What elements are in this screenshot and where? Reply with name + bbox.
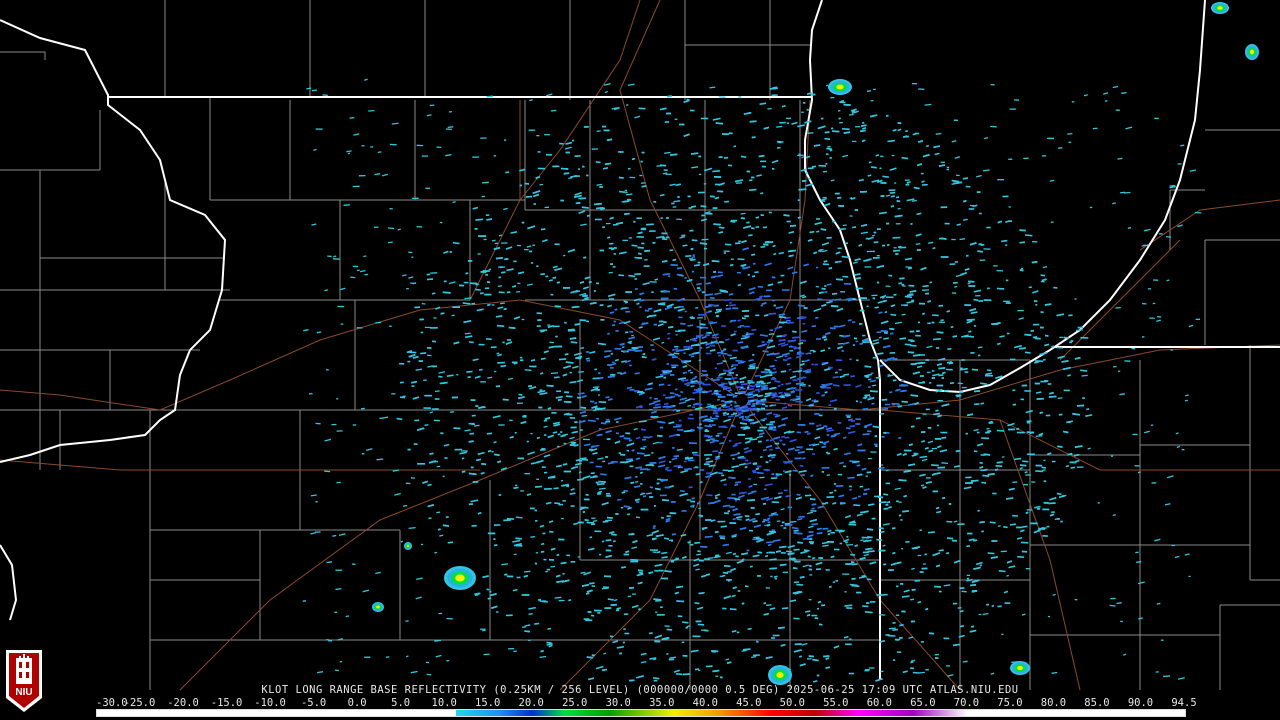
scale-label: 55.0 (823, 697, 849, 709)
storm-cell (376, 605, 380, 609)
scale-label: 20.0 (518, 697, 544, 709)
storm-cell (1217, 6, 1223, 10)
scale-label: 30.0 (605, 697, 631, 709)
scale-label: 25.0 (562, 697, 588, 709)
scale-label: 65.0 (910, 697, 936, 709)
scale-label: 60.0 (866, 697, 893, 709)
scale-labels: -30.0 -25.0 -20.0 -15.0 -10.0 -5.0 0.0 5.0 10.0 1… (96, 697, 1197, 709)
reflectivity-colorbar (96, 709, 1186, 717)
scale-label: -20.0 (167, 697, 199, 709)
scale-label: 94.5 (1171, 697, 1197, 709)
storm-cell (1017, 665, 1023, 671)
product-caption: KLOT LONG RANGE BASE REFLECTIVITY (0.25K… (261, 684, 1019, 696)
scale-label: 45.0 (736, 697, 762, 709)
storm-cell (776, 672, 784, 678)
scale-label: 75.0 (997, 697, 1023, 709)
scale-label: 90.0 (1127, 697, 1154, 709)
niu-logo-text: NIU (15, 687, 32, 698)
niu-logo-icon: NIU (6, 650, 42, 712)
radar-site-marker (736, 394, 748, 406)
scale-label: 40.0 (692, 697, 718, 709)
scale-label: -25.0 (123, 697, 156, 709)
scale-label: 15.0 (475, 697, 501, 709)
storm-cell (1249, 49, 1255, 55)
scale-label: 50.0 (779, 697, 805, 709)
scale-label: 85.0 (1084, 697, 1110, 709)
scale-label: -5.0 (300, 697, 327, 709)
scale-label: 35.0 (649, 697, 675, 709)
scale-label: 0.0 (347, 697, 367, 709)
storm-cell (455, 574, 465, 582)
scale-label: 5.0 (391, 697, 411, 709)
storm-cell (406, 544, 410, 548)
scale-label: -15.0 (210, 697, 243, 709)
scale-label: -10.0 (254, 697, 286, 709)
scale-label: 80.0 (1040, 697, 1067, 709)
storm-cell (836, 84, 844, 90)
scale-label: 70.0 (953, 697, 980, 709)
radar-map (0, 0, 1280, 720)
scale-label: 10.0 (431, 697, 457, 709)
